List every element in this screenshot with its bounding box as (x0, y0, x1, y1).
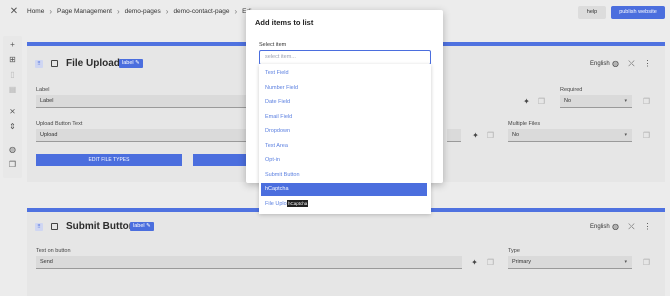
copy-icon[interactable]: ❐ (537, 97, 546, 106)
label-field[interactable]: Label (36, 95, 246, 108)
type-select[interactable]: Primary ▾ (508, 256, 632, 269)
badge-text: label (122, 60, 134, 66)
expand-icon[interactable]: ⇕ (8, 122, 17, 131)
language-label: English (590, 61, 610, 67)
drag-handle-icon[interactable]: ⠿ (35, 223, 43, 231)
copy-icon[interactable]: ❐ (642, 131, 651, 140)
collapse-icon[interactable]: ⤫ (627, 222, 636, 231)
chevron-right-icon: › (116, 6, 120, 16)
more-vert-icon[interactable]: ⋮ (643, 59, 652, 68)
list-item[interactable]: Text Field (261, 67, 427, 80)
image-icon[interactable]: ▦ (8, 85, 17, 94)
breadcrumb-demo-pages[interactable]: demo-pages (125, 8, 161, 15)
dropdown-arrow-icon: ▾ (624, 259, 627, 265)
list-item[interactable]: File Upload (261, 198, 427, 211)
globe-icon[interactable]: ◍ (611, 222, 620, 231)
help-button[interactable]: help (578, 6, 606, 19)
add-icon[interactable]: + (8, 40, 17, 49)
list-item[interactable]: Opt-in (261, 154, 427, 167)
upload-text-field[interactable]: Upload (36, 129, 246, 142)
block-title: File Upload (66, 58, 120, 69)
list-item[interactable]: Date Field (261, 96, 427, 109)
close-icon[interactable]: ✕ (9, 7, 19, 17)
copy-icon[interactable]: ❐ (8, 160, 17, 169)
list-item-selected[interactable]: hCaptcha (261, 183, 427, 196)
type-value: Primary (512, 259, 531, 265)
collapse-icon[interactable]: ⤫ (627, 59, 636, 68)
label-badge[interactable]: label ✎ (119, 59, 143, 68)
breadcrumb-demo-contact-page[interactable]: demo-contact-page (173, 8, 229, 15)
collapse-icon[interactable]: ⨯ (8, 107, 17, 116)
button-text-field[interactable]: Send (36, 256, 462, 269)
dropdown-arrow-icon: ▾ (624, 98, 627, 104)
required-select[interactable]: No ▾ (560, 95, 632, 108)
magic-wand-icon[interactable]: ✦ (471, 131, 480, 140)
copy-icon[interactable]: ❐ (486, 258, 495, 267)
secondary-button[interactable] (193, 154, 246, 166)
label-caption: Label (36, 87, 50, 93)
required-caption: Required (560, 87, 583, 93)
list-item[interactable]: Dropdown (261, 125, 427, 138)
multiple-caption: Multiple Files (508, 121, 541, 127)
breadcrumb-page-management[interactable]: Page Management (57, 8, 112, 15)
select-item-label: Select item (259, 42, 287, 48)
chevron-right-icon: › (49, 6, 53, 16)
list-item[interactable]: Text Area (261, 140, 427, 153)
globe-icon[interactable]: ◍ (8, 145, 17, 154)
copy-icon[interactable]: ❐ (642, 258, 651, 267)
add-box-icon[interactable]: ⊞ (8, 55, 17, 64)
upload-caption: Upload Button Text (36, 121, 83, 127)
left-toolbar: + ⊞ ▯ ▦ ⨯ ⇕ ◍ ❐ (3, 36, 22, 178)
multiple-files-select[interactable]: No ▾ (508, 129, 632, 142)
more-vert-icon[interactable]: ⋮ (643, 222, 652, 231)
text-on-button-caption: Text on button (36, 248, 71, 254)
chevron-right-icon: › (234, 6, 238, 16)
field-edge[interactable] (447, 129, 461, 142)
block-checkbox[interactable] (51, 223, 58, 230)
breadcrumb: Home › Page Management › demo-pages › de… (27, 6, 252, 16)
publish-website-button[interactable]: publish website (611, 6, 665, 19)
list-item[interactable]: Number Field (261, 82, 427, 95)
magic-wand-icon[interactable]: ✦ (470, 258, 479, 267)
badge-text: label (133, 223, 145, 229)
document-icon[interactable]: ▯ (8, 70, 17, 79)
dropdown-arrow-icon: ▾ (624, 132, 627, 138)
multiple-value: No (512, 132, 520, 138)
language-label: English (590, 224, 610, 230)
block-checkbox[interactable] (51, 60, 58, 67)
label-badge[interactable]: label ✎ (130, 222, 154, 231)
required-value: No (564, 98, 572, 104)
drag-handle-icon[interactable]: ⠿ (35, 60, 43, 68)
copy-icon[interactable]: ❐ (642, 97, 651, 106)
breadcrumb-home[interactable]: Home (27, 8, 44, 15)
copy-icon[interactable]: ❐ (486, 131, 495, 140)
list-item[interactable]: Submit Button (261, 169, 427, 182)
edit-file-types-button[interactable]: EDIT FILE TYPES (36, 154, 182, 166)
item-dropdown-list: Text Field Number Field Date Field Email… (259, 64, 431, 214)
select-item-input[interactable]: select item... (259, 50, 431, 65)
list-item[interactable]: Email Field (261, 111, 427, 124)
magic-wand-icon[interactable]: ✦ (522, 97, 531, 106)
type-caption: Type (508, 248, 520, 254)
chevron-right-icon: › (165, 6, 169, 16)
block-title: Submit Button (66, 221, 135, 232)
tooltip: hCaptcha (287, 200, 309, 207)
globe-icon[interactable]: ◍ (611, 59, 620, 68)
submit-button-block: ⠿ Submit Button label ✎ English ◍ ⤫ ⋮ Te… (27, 208, 665, 296)
dialog-title: Add items to list (255, 18, 314, 27)
